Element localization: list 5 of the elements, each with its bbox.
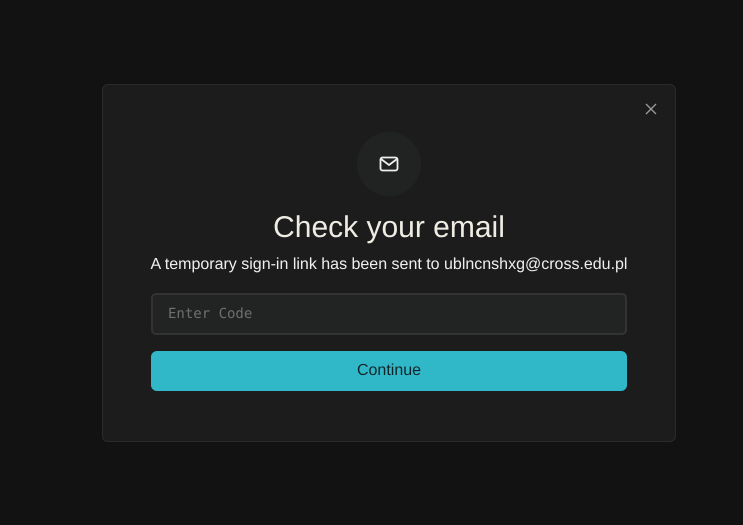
code-field[interactable]: Enter Code	[151, 293, 627, 335]
continue-button[interactable]: Continue	[151, 351, 627, 391]
close-icon[interactable]	[645, 103, 657, 115]
dialog-message: A temporary sign-in link has been sent to ublncnshxg@cross.edu.pl	[150, 255, 628, 275]
dialog-title: Check your email	[273, 210, 505, 246]
